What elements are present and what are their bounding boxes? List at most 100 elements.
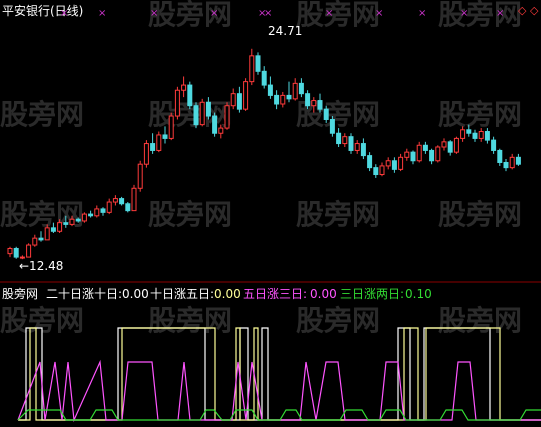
candle-body	[410, 151, 416, 162]
indicator-value-1: 0.00	[122, 287, 149, 301]
candle-body	[342, 136, 348, 145]
candle-body	[205, 101, 211, 117]
signal-marker: ×	[375, 8, 383, 19]
candle-body	[472, 132, 478, 139]
candle-body	[348, 136, 354, 151]
candle-body	[13, 247, 19, 258]
watermark-text: 股旁网	[0, 198, 84, 231]
candle-body	[491, 139, 497, 151]
candle-body	[156, 134, 162, 151]
candle-body	[422, 144, 428, 151]
watermark-text: 股旁网	[296, 0, 380, 31]
candle-body	[143, 143, 149, 165]
indicator-label-1: 二十日涨十日:	[46, 286, 122, 301]
indicator-header: 股旁网 二十日涨十日: 0.00 十日涨五日: 0.00 五日涨三日: 0.00…	[2, 286, 432, 301]
candle-body	[212, 115, 218, 134]
candle-body	[193, 105, 199, 126]
candle-body	[311, 100, 317, 107]
candle-body	[125, 203, 131, 212]
candle-body	[57, 222, 63, 232]
candle-body	[50, 227, 56, 232]
indicator-label-2: 十日涨五日:	[150, 286, 214, 301]
candle-body	[162, 134, 168, 139]
watermark-text: 股旁网	[296, 198, 380, 231]
candle-body	[515, 156, 521, 165]
chart-window: 股旁网 股旁网 股旁网 股旁网 股旁网 股旁网 股旁网 股旁网 股旁网 股旁网 …	[0, 0, 541, 427]
candle-body	[441, 141, 447, 148]
signal-marker: ×	[264, 8, 272, 19]
candle-body	[100, 208, 106, 213]
indicator-label-3: 五日涨三日:	[243, 286, 307, 301]
candle-body	[497, 149, 503, 163]
chart-canvas: 股旁网 股旁网 股旁网 股旁网 股旁网 股旁网 股旁网 股旁网 股旁网 股旁网 …	[0, 0, 541, 423]
candle-body	[75, 218, 81, 222]
signal-marker: ×	[460, 8, 468, 19]
candle-body	[236, 93, 242, 110]
candle-body	[379, 165, 385, 176]
candle-body	[373, 167, 379, 176]
candle-body	[38, 237, 44, 241]
candle-body	[26, 244, 32, 258]
candle-body	[453, 137, 459, 153]
candle-body	[199, 101, 205, 126]
candle-body	[230, 93, 236, 107]
candle-body	[187, 84, 193, 107]
watermark-text: 股旁网	[438, 304, 522, 337]
watermark-text: 股旁网	[438, 198, 522, 231]
candle-body	[94, 208, 100, 217]
watermark-text: 股旁网	[148, 198, 232, 231]
indicator-value-3: 0.00	[310, 287, 337, 301]
candle-body	[354, 143, 360, 151]
watermark-text: 股旁网	[148, 304, 232, 337]
candle-body	[367, 155, 373, 169]
candle-body	[435, 146, 441, 162]
candle-body	[391, 160, 397, 170]
candle-body	[249, 55, 255, 83]
candle-body	[168, 115, 174, 139]
candle-body	[336, 132, 342, 145]
candle-body	[255, 55, 261, 72]
signal-marker: ×	[496, 8, 504, 19]
candle-body	[7, 247, 13, 255]
candle-body	[69, 218, 75, 225]
candle-body	[286, 94, 292, 100]
candle-body	[106, 201, 112, 213]
signal-marker: ×	[210, 8, 218, 19]
series-line-1	[18, 327, 541, 421]
candle-body	[19, 256, 25, 259]
candle-body	[509, 156, 515, 169]
low-price-label: ←12.48	[19, 259, 63, 273]
candle-body	[261, 70, 267, 86]
candle-body	[243, 81, 249, 110]
watermark-text: 股旁网	[438, 0, 522, 31]
candle-body	[478, 131, 484, 139]
high-price-label: 24.71	[268, 24, 302, 38]
candle-body	[224, 105, 230, 129]
series-line-2	[18, 327, 541, 421]
candle-body	[484, 131, 490, 141]
candle-body	[280, 94, 286, 105]
candle-body	[267, 84, 273, 96]
candle-body	[416, 144, 422, 162]
series-line-4	[17, 409, 541, 421]
candle-body	[398, 156, 404, 170]
candle-body	[503, 161, 509, 169]
watermark-text: 股旁网	[148, 0, 232, 31]
candle-body	[329, 118, 335, 134]
indicator-series	[17, 327, 541, 423]
signal-marker: ×	[60, 8, 68, 19]
candle-body	[150, 143, 156, 151]
candle-body	[32, 237, 38, 246]
candle-body	[81, 213, 87, 222]
candle-body	[119, 198, 125, 205]
candle-body	[63, 222, 69, 225]
indicator-value-4: 0.10	[405, 287, 432, 301]
indicator-source: 股旁网	[2, 286, 38, 301]
candle-body	[174, 89, 180, 117]
signal-marker: ×	[98, 8, 106, 19]
candle-body	[218, 127, 224, 134]
diamond-icon: ◇ ◇	[518, 4, 539, 17]
candle-body	[88, 213, 94, 217]
candle-body	[298, 82, 304, 95]
signal-marker: ×	[150, 8, 158, 19]
